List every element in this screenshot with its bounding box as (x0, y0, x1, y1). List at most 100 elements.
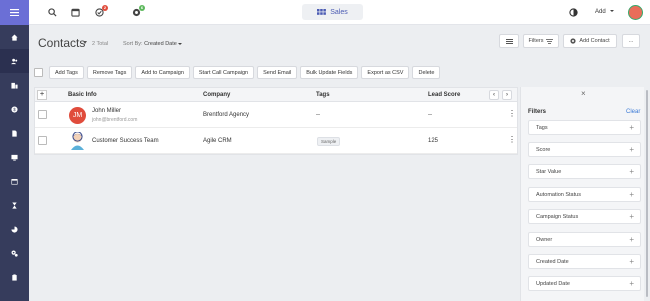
sidebar-item-calendar[interactable] (0, 169, 29, 193)
sort-caret-icon (178, 42, 183, 45)
send-email-button[interactable]: Send Email (257, 66, 298, 79)
contact-name[interactable]: Customer Success Team (92, 138, 159, 144)
sort-prefix: Sort By: (123, 41, 143, 47)
filters-panel: × Filters Clear Tags + Score + Star Value +… (520, 87, 644, 301)
filter-campaign-status[interactable]: Campaign Status + (528, 209, 641, 224)
sidebar-item-deals[interactable]: $ (0, 97, 29, 121)
plus-icon: + (629, 167, 634, 176)
sidebar-item-home[interactable] (0, 25, 29, 49)
calendar-icon[interactable] (71, 8, 80, 17)
contact-email: john@brentford.com (92, 117, 138, 123)
add-tags-button[interactable]: Add Tags (49, 66, 84, 79)
page-title[interactable]: Contacts (38, 36, 85, 50)
contact-name[interactable]: John Miller (92, 108, 121, 114)
more-options-button[interactable]: ... (622, 34, 640, 48)
scroll-right-button[interactable]: › (502, 90, 512, 100)
title-caret-down-icon[interactable] (83, 41, 87, 44)
user-avatar[interactable] (628, 5, 643, 20)
delete-button[interactable]: Delete (412, 66, 441, 79)
sort-value: Created Date (144, 41, 177, 47)
sidebar-item-clipboard[interactable] (0, 265, 29, 289)
bulk-actions-toolbar: Add Tags Remove Tags Add to Campaign Sta… (34, 66, 441, 79)
select-all-checkbox[interactable] (34, 68, 43, 77)
contact-lead-score: -- (428, 112, 432, 118)
filter-star-value[interactable]: Star Value + (528, 164, 641, 179)
filters-button[interactable]: Filters (523, 34, 559, 48)
scroll-left-button[interactable]: ‹ (489, 90, 499, 100)
search-icon[interactable] (48, 8, 57, 17)
plus-icon: + (629, 190, 634, 199)
contacts-icon (11, 58, 18, 64)
filter-label: Campaign Status (536, 214, 579, 220)
sidebar-item-companies[interactable] (0, 73, 29, 97)
hamburger-menu-icon (10, 9, 19, 16)
start-call-campaign-button[interactable]: Start Call Campaign (192, 66, 255, 79)
remove-tags-button[interactable]: Remove Tags (86, 66, 133, 79)
column-tags[interactable]: Tags (316, 92, 330, 98)
inbox-icon (11, 154, 18, 161)
scrollbar[interactable] (646, 90, 648, 297)
add-column-button[interactable]: + (37, 90, 47, 100)
settings-icon (11, 250, 18, 257)
clear-filters-link[interactable]: Clear (626, 109, 640, 115)
filter-automation-status[interactable]: Automation Status + (528, 187, 641, 202)
tasks-badge: 2 (102, 5, 108, 11)
tag-badge[interactable]: Sample (317, 137, 341, 146)
list-view-button[interactable] (499, 34, 519, 48)
add-label: Add (595, 9, 606, 15)
filter-tags[interactable]: Tags + (528, 120, 641, 135)
module-switcher[interactable]: Sales (302, 4, 363, 20)
table-header: + Basic Info Company Tags Lead Score ‹ › (35, 88, 517, 102)
add-menu[interactable]: Add (595, 9, 615, 15)
filters-label: Filters (528, 38, 544, 44)
add-contact-button[interactable]: Add Contact (563, 34, 617, 48)
sidebar-item-reports[interactable] (0, 217, 29, 241)
close-icon[interactable]: × (581, 89, 586, 98)
filter-label: Score (536, 147, 551, 153)
contact-lead-score: 125 (428, 138, 439, 144)
filter-owner[interactable]: Owner + (528, 232, 641, 247)
filter-updated-date[interactable]: Updated Date + (528, 276, 641, 291)
sliders-icon (546, 38, 554, 44)
filter-created-date[interactable]: Created Date + (528, 254, 641, 269)
plus-icon: + (629, 257, 634, 266)
theme-toggle-icon[interactable] (569, 8, 578, 17)
contact-company: Agile CRM (203, 138, 232, 144)
sidebar-item-hourglass[interactable] (0, 193, 29, 217)
column-lead-score[interactable]: Lead Score (428, 92, 460, 98)
plus-icon: + (629, 123, 634, 132)
select-all[interactable] (34, 66, 46, 79)
row-menu-icon[interactable]: ⋮ (508, 136, 516, 144)
plus-icon: + (629, 279, 634, 288)
filters-title: Filters (528, 109, 547, 115)
column-company[interactable]: Company (203, 92, 230, 98)
row-checkbox[interactable] (38, 136, 47, 145)
contacts-table: + Basic Info Company Tags Lead Score ‹ ›… (34, 87, 518, 155)
documents-icon (12, 129, 17, 137)
grid-icon (317, 9, 327, 15)
filter-label: Created Date (536, 259, 569, 265)
avatar: JM (69, 107, 86, 124)
sort-selector[interactable]: Sort By: Created Date (123, 41, 183, 47)
add-to-campaign-button[interactable]: Add to Campaign (135, 66, 190, 79)
row-menu-icon[interactable]: ⋮ (508, 110, 516, 118)
sidebar-item-contacts[interactable] (0, 49, 29, 73)
bulk-update-fields-button[interactable]: Bulk Update Fields (300, 66, 359, 79)
avatar (71, 132, 84, 150)
filter-score[interactable]: Score + (528, 142, 641, 157)
table-row[interactable]: JM John Miller john@brentford.com Brentf… (35, 102, 517, 128)
activity-button[interactable]: 6 (132, 5, 145, 17)
list-view-icon (505, 38, 513, 44)
column-basic-info[interactable]: Basic Info (68, 92, 97, 98)
filter-label: Owner (536, 237, 553, 243)
sidebar-item-inbox[interactable] (0, 145, 29, 169)
row-checkbox[interactable] (38, 110, 47, 119)
menu-toggle-button[interactable] (0, 0, 29, 25)
export-csv-button[interactable]: Export as CSV (361, 66, 410, 79)
table-row[interactable]: Customer Success Team Agile CRM Sample 1… (35, 128, 517, 154)
plus-icon: + (629, 212, 634, 221)
sidebar-item-documents[interactable] (0, 121, 29, 145)
tasks-button[interactable]: 2 (95, 5, 108, 17)
sidebar-item-settings[interactable] (0, 241, 29, 265)
companies-icon (11, 82, 18, 89)
